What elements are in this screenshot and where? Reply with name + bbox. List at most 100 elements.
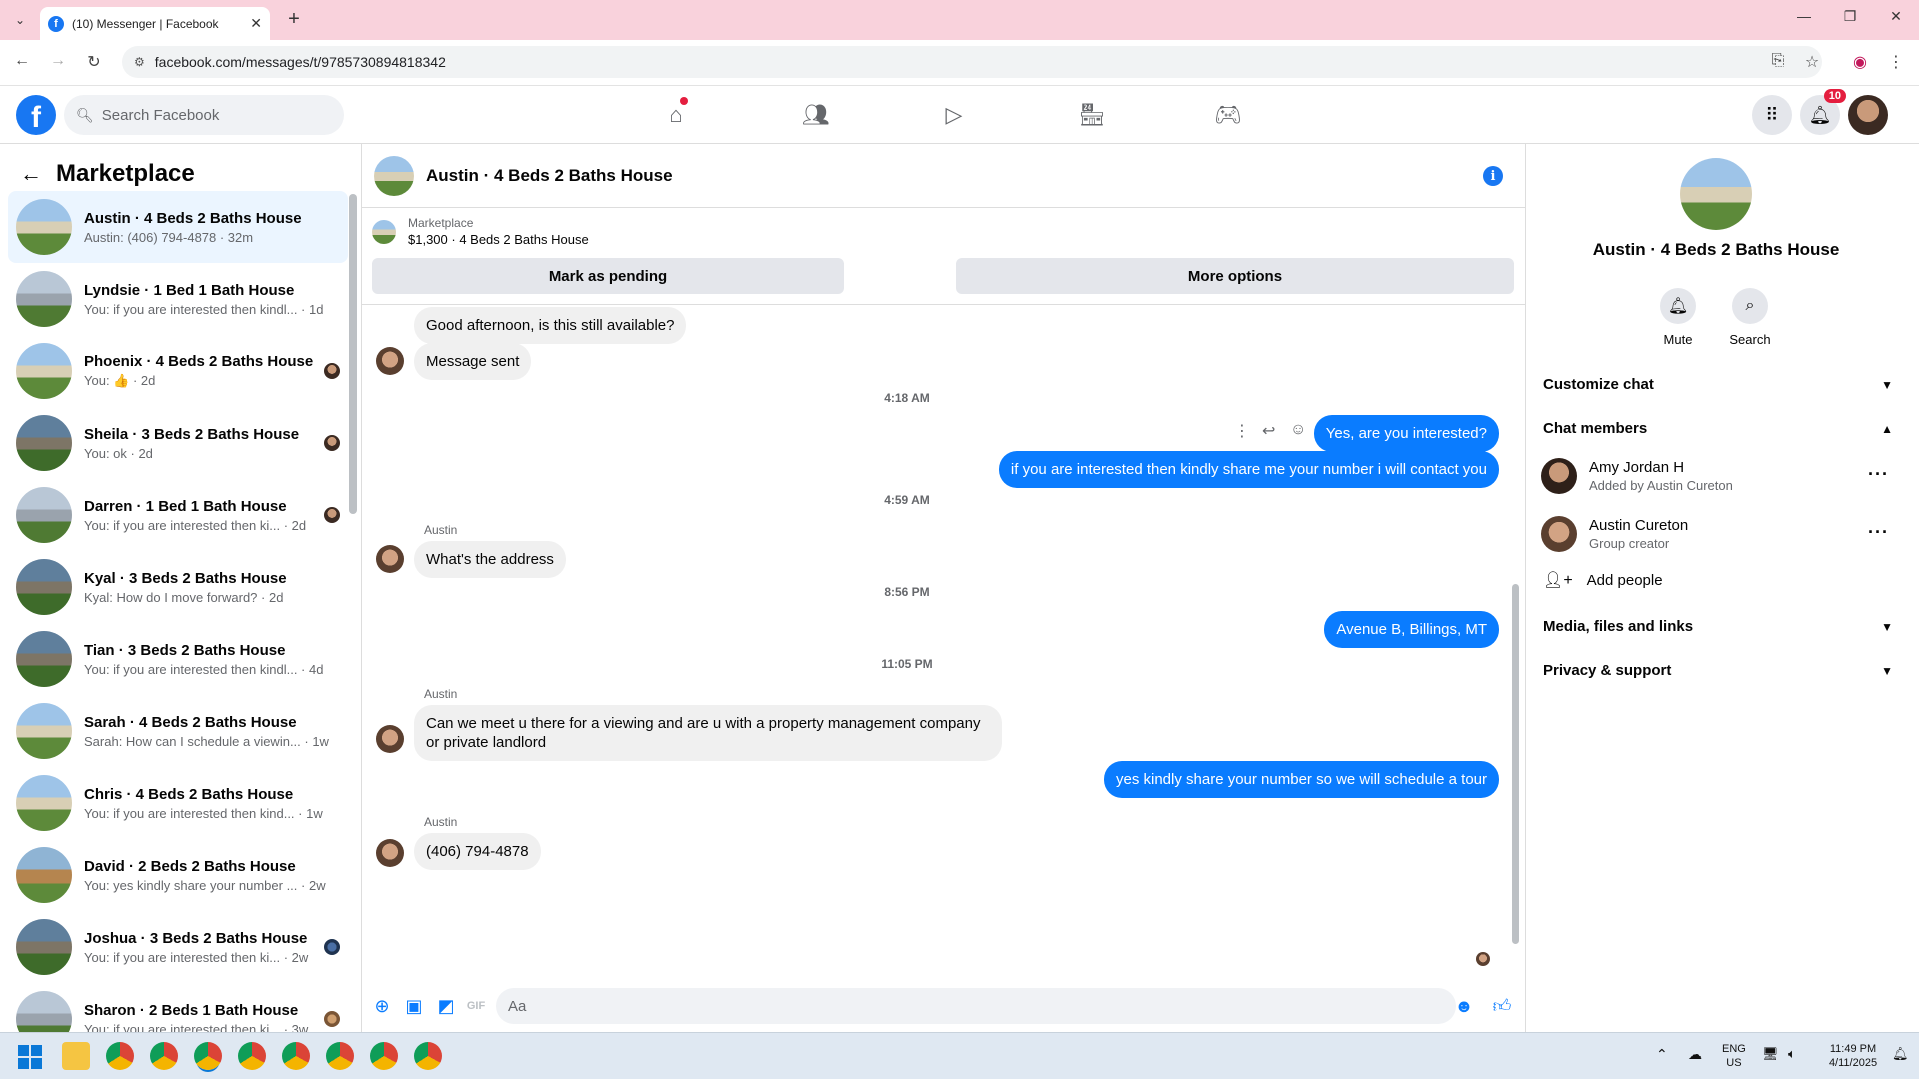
member-row[interactable]: Amy Jordan H Added by Austin Cureton ··· xyxy=(1541,458,1901,494)
onedrive-cloud-icon[interactable]: ☁ xyxy=(1688,1047,1702,1061)
conversation-item[interactable]: Darren · 1 Bed 1 Bath House You: if you a… xyxy=(8,479,348,551)
url-field[interactable]: ⚙ facebook.com/messages/t/97857308948183… xyxy=(122,46,1822,78)
conversation-item[interactable]: Joshua · 3 Beds 2 Baths House You: if you… xyxy=(8,911,348,983)
bookmark-star-icon[interactable]: ☆ xyxy=(1800,52,1824,72)
member-name: Austin Cureton xyxy=(1589,517,1689,534)
conversation-list-scrollbar[interactable] xyxy=(349,194,357,514)
add-people-button[interactable]: 👤︎+ Add people xyxy=(1543,570,1663,590)
volume-icon[interactable]: 🔈︎ xyxy=(1788,1047,1796,1061)
forward-icon[interactable]: → xyxy=(46,52,70,70)
video-icon[interactable]: ▷ xyxy=(934,99,974,131)
privacy-support-section[interactable]: Privacy & support ▼ xyxy=(1543,662,1893,679)
back-icon[interactable]: ← xyxy=(10,52,34,70)
notification-center-icon[interactable]: 🔔︎ xyxy=(1892,1047,1909,1061)
conversation-item[interactable]: Sarah · 4 Beds 2 Baths House Sarah: How c… xyxy=(8,695,348,767)
close-tab-icon[interactable]: ✕ xyxy=(250,15,262,32)
chat-members-section[interactable]: Chat members ▲ xyxy=(1543,420,1893,437)
file-explorer-icon[interactable] xyxy=(62,1042,90,1070)
search-facebook-field[interactable]: 🔍︎ Search Facebook xyxy=(64,95,344,135)
install-app-icon[interactable]: ⎘ xyxy=(1766,52,1790,70)
network-icon[interactable]: 🖥︎ xyxy=(1762,1047,1779,1061)
chat-title[interactable]: Austin · 4 Beds 2 Baths House xyxy=(426,166,673,186)
gaming-icon[interactable]: 🎮︎ xyxy=(1208,99,1248,131)
member-more-icon[interactable]: ··· xyxy=(1868,522,1889,543)
chrome-profile-icon[interactable] xyxy=(150,1042,178,1070)
message-input[interactable] xyxy=(496,988,1456,1024)
facebook-favicon-icon: f xyxy=(48,15,64,32)
attach-photo-icon[interactable]: ▣ xyxy=(404,996,424,1016)
new-tab-icon[interactable]: + xyxy=(282,8,306,31)
listing-thumbnail xyxy=(16,775,72,831)
reply-icon[interactable]: ↩ xyxy=(1262,421,1275,441)
add-plus-icon[interactable]: ⊕ xyxy=(372,996,392,1016)
chrome-menu-icon[interactable]: ⋮ xyxy=(1884,52,1908,72)
sticker-icon[interactable]: ◩ xyxy=(436,996,456,1016)
conversation-item[interactable]: David · 2 Beds 2 Baths House You: yes kin… xyxy=(8,839,348,911)
more-options-button[interactable]: More options xyxy=(956,258,1514,294)
tray-chevron-up-icon[interactable]: ⌃ xyxy=(1656,1047,1668,1061)
chrome-profile-icon[interactable] xyxy=(326,1042,354,1070)
chat-scrollbar[interactable] xyxy=(1512,584,1519,944)
notifications-bell-icon[interactable]: 🔔︎ 10 xyxy=(1800,89,1846,135)
media-files-section[interactable]: Media, files and links ▼ xyxy=(1543,618,1893,635)
conversation-item[interactable]: Tian · 3 Beds 2 Baths House You: if you a… xyxy=(8,623,348,695)
chrome-profile-icon[interactable] xyxy=(238,1042,266,1070)
home-icon[interactable]: ⌂ xyxy=(656,97,696,131)
facebook-logo[interactable]: f xyxy=(16,95,56,135)
chat-listing-thumbnail[interactable] xyxy=(374,155,414,196)
site-info-icon[interactable]: ⚙ xyxy=(134,55,145,69)
conversation-item[interactable]: Sheila · 3 Beds 2 Baths House You: ok · 2… xyxy=(8,407,348,479)
chrome-icon[interactable] xyxy=(106,1042,134,1070)
profile-icon[interactable]: ◉ xyxy=(1848,52,1872,72)
read-receipt-avatar xyxy=(1476,952,1490,966)
back-arrow-icon[interactable]: ← xyxy=(20,161,42,187)
react-emoji-icon[interactable]: ☺ xyxy=(1290,421,1306,439)
info-icon[interactable]: i xyxy=(1483,166,1503,186)
facebook-header: f 🔍︎ Search Facebook ⌂ 👥︎ ▷ 🏪︎ 🎮︎ ⠿ 🔔︎ 1… xyxy=(0,87,1919,144)
like-thumb-icon[interactable]: 👍︎ xyxy=(1492,996,1512,1016)
gif-icon[interactable]: GIF xyxy=(466,996,486,1016)
account-avatar[interactable] xyxy=(1848,95,1888,135)
restore-icon[interactable]: ❐ xyxy=(1830,8,1870,25)
conversation-item[interactable]: Sharon · 2 Beds 1 Bath House You: if you … xyxy=(8,983,348,1032)
browser-tab[interactable]: f (10) Messenger | Facebook ✕ xyxy=(40,7,270,40)
privacy-support-label: Privacy & support xyxy=(1543,662,1672,679)
more-actions-icon[interactable]: ⋮ xyxy=(1234,421,1250,441)
search-action[interactable]: ⌕ Search xyxy=(1720,288,1780,347)
tab-search-chevron-icon[interactable]: ⌄ xyxy=(8,8,32,32)
listing-summary[interactable]: Marketplace $1,300 · 4 Beds 2 Baths Hous… xyxy=(372,216,589,247)
customize-chat-section[interactable]: Customize chat ▼ xyxy=(1543,376,1893,393)
chrome-profile-icon[interactable] xyxy=(370,1042,398,1070)
mute-action[interactable]: 🔔︎ Mute xyxy=(1648,288,1708,347)
chrome-profile-icon[interactable] xyxy=(414,1042,442,1070)
reload-icon[interactable]: ↻ xyxy=(82,52,106,72)
browser-titlebar: ⌄ f (10) Messenger | Facebook ✕ + — ❐ ✕ xyxy=(0,0,1919,40)
windows-start-icon[interactable] xyxy=(18,1045,42,1069)
conversation-preview: Sarah: How can I schedule a viewin... · … xyxy=(84,733,329,749)
conversation-name: David · 2 Beds 2 Baths House xyxy=(84,857,296,875)
friends-icon[interactable]: 👥︎ xyxy=(796,99,836,131)
conversation-item[interactable]: Phoenix · 4 Beds 2 Baths House You: 👍 · 2… xyxy=(8,335,348,407)
conversation-item[interactable]: Kyal · 3 Beds 2 Baths House Kyal: How do … xyxy=(8,551,348,623)
search-icon: 🔍︎ xyxy=(76,106,94,123)
conversation-item[interactable]: Chris · 4 Beds 2 Baths House You: if you … xyxy=(8,767,348,839)
minimize-icon[interactable]: — xyxy=(1784,8,1824,24)
marketplace-icon[interactable]: 🏪︎ xyxy=(1072,99,1112,131)
mark-as-pending-button[interactable]: Mark as pending xyxy=(372,258,844,294)
chrome-profile-icon[interactable] xyxy=(282,1042,310,1070)
add-person-icon: 👤︎+ xyxy=(1543,572,1573,589)
tab-title: (10) Messenger | Facebook xyxy=(72,16,219,31)
message-bubble-outgoing: if you are interested then kindly share … xyxy=(998,451,1499,488)
menu-grid-icon[interactable]: ⠿ xyxy=(1752,95,1792,135)
member-row[interactable]: Austin Cureton Group creator ··· xyxy=(1541,516,1901,552)
conversation-item[interactable]: Austin · 4 Beds 2 Baths House Austin: (40… xyxy=(8,191,348,263)
emoji-icon[interactable]: ☻ xyxy=(1454,996,1474,1016)
language-indicator[interactable]: ENG US xyxy=(1722,1042,1746,1070)
member-more-icon[interactable]: ··· xyxy=(1868,464,1889,485)
conversation-name: Phoenix · 4 Beds 2 Baths House xyxy=(84,353,314,370)
conversation-item[interactable]: Lyndsie · 1 Bed 1 Bath House You: if you … xyxy=(8,263,348,335)
chrome-profile-icon[interactable] xyxy=(194,1042,222,1070)
conversation-preview: You: if you are interested then kindl...… xyxy=(84,661,324,677)
close-window-icon[interactable]: ✕ xyxy=(1876,8,1916,25)
clock[interactable]: 11:49 PM 4/11/2025 xyxy=(1818,1042,1888,1070)
